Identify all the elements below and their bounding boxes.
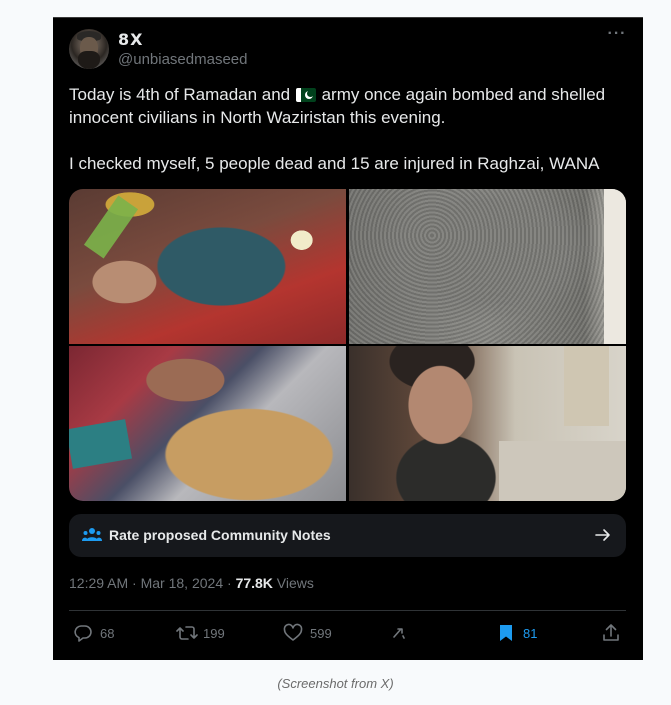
media-photo-3[interactable]: [69, 346, 346, 501]
media-photo-4[interactable]: [349, 346, 626, 501]
grok-icon: [393, 628, 405, 639]
views-label: Views: [272, 575, 314, 591]
bookmark-icon: [500, 625, 512, 641]
pakistan-flag-icon: [295, 88, 316, 102]
tweet-text: Today is 4th of Ramadan and army once ag…: [69, 83, 629, 175]
action-bar: 68 199 599 81: [69, 621, 629, 645]
community-notes-label: Rate proposed Community Notes: [109, 527, 331, 543]
top-divider: [53, 17, 643, 18]
reply-count: 68: [100, 626, 115, 641]
tweet-text-part1: Today is 4th of Ramadan and: [69, 85, 295, 104]
retweet-count: 199: [203, 626, 225, 641]
tweet-metadata: 12:29 AM · Mar 18, 2024 · 77.8K Views: [69, 575, 314, 591]
tweet-time[interactable]: 12:29 AM: [69, 575, 128, 591]
display-name[interactable]: 8X: [118, 30, 143, 49]
media-photo-2[interactable]: [349, 189, 626, 344]
meta-separator-2: ·: [223, 575, 236, 591]
tweet-text-paragraph-2: I checked myself, 5 people dead and 15 a…: [69, 154, 600, 173]
reply-icon: [74, 625, 92, 642]
community-notes-button[interactable]: Rate proposed Community Notes: [69, 514, 626, 557]
arrow-right-icon: [595, 529, 610, 541]
views-count: 77.8K: [235, 575, 273, 591]
tweet-card: 8X @unbiasedmaseed ··· Today is 4th of R…: [53, 17, 643, 660]
media-photo-1[interactable]: [69, 189, 346, 344]
like-count: 599: [310, 626, 332, 641]
bookmark-count: 81: [523, 626, 538, 641]
avatar[interactable]: [69, 29, 109, 69]
more-options-icon[interactable]: ···: [605, 26, 629, 45]
media-grid: [69, 189, 626, 501]
heart-icon: [283, 623, 303, 641]
tweet-date[interactable]: Mar 18, 2024: [141, 575, 224, 591]
people-icon: [82, 528, 102, 541]
actions-divider: [69, 610, 626, 611]
image-caption: (Screenshot from X): [277, 676, 394, 691]
share-icon: [603, 624, 619, 641]
meta-separator: ·: [128, 575, 141, 591]
retweet-icon: [176, 626, 198, 640]
user-handle[interactable]: @unbiasedmaseed: [118, 51, 247, 68]
